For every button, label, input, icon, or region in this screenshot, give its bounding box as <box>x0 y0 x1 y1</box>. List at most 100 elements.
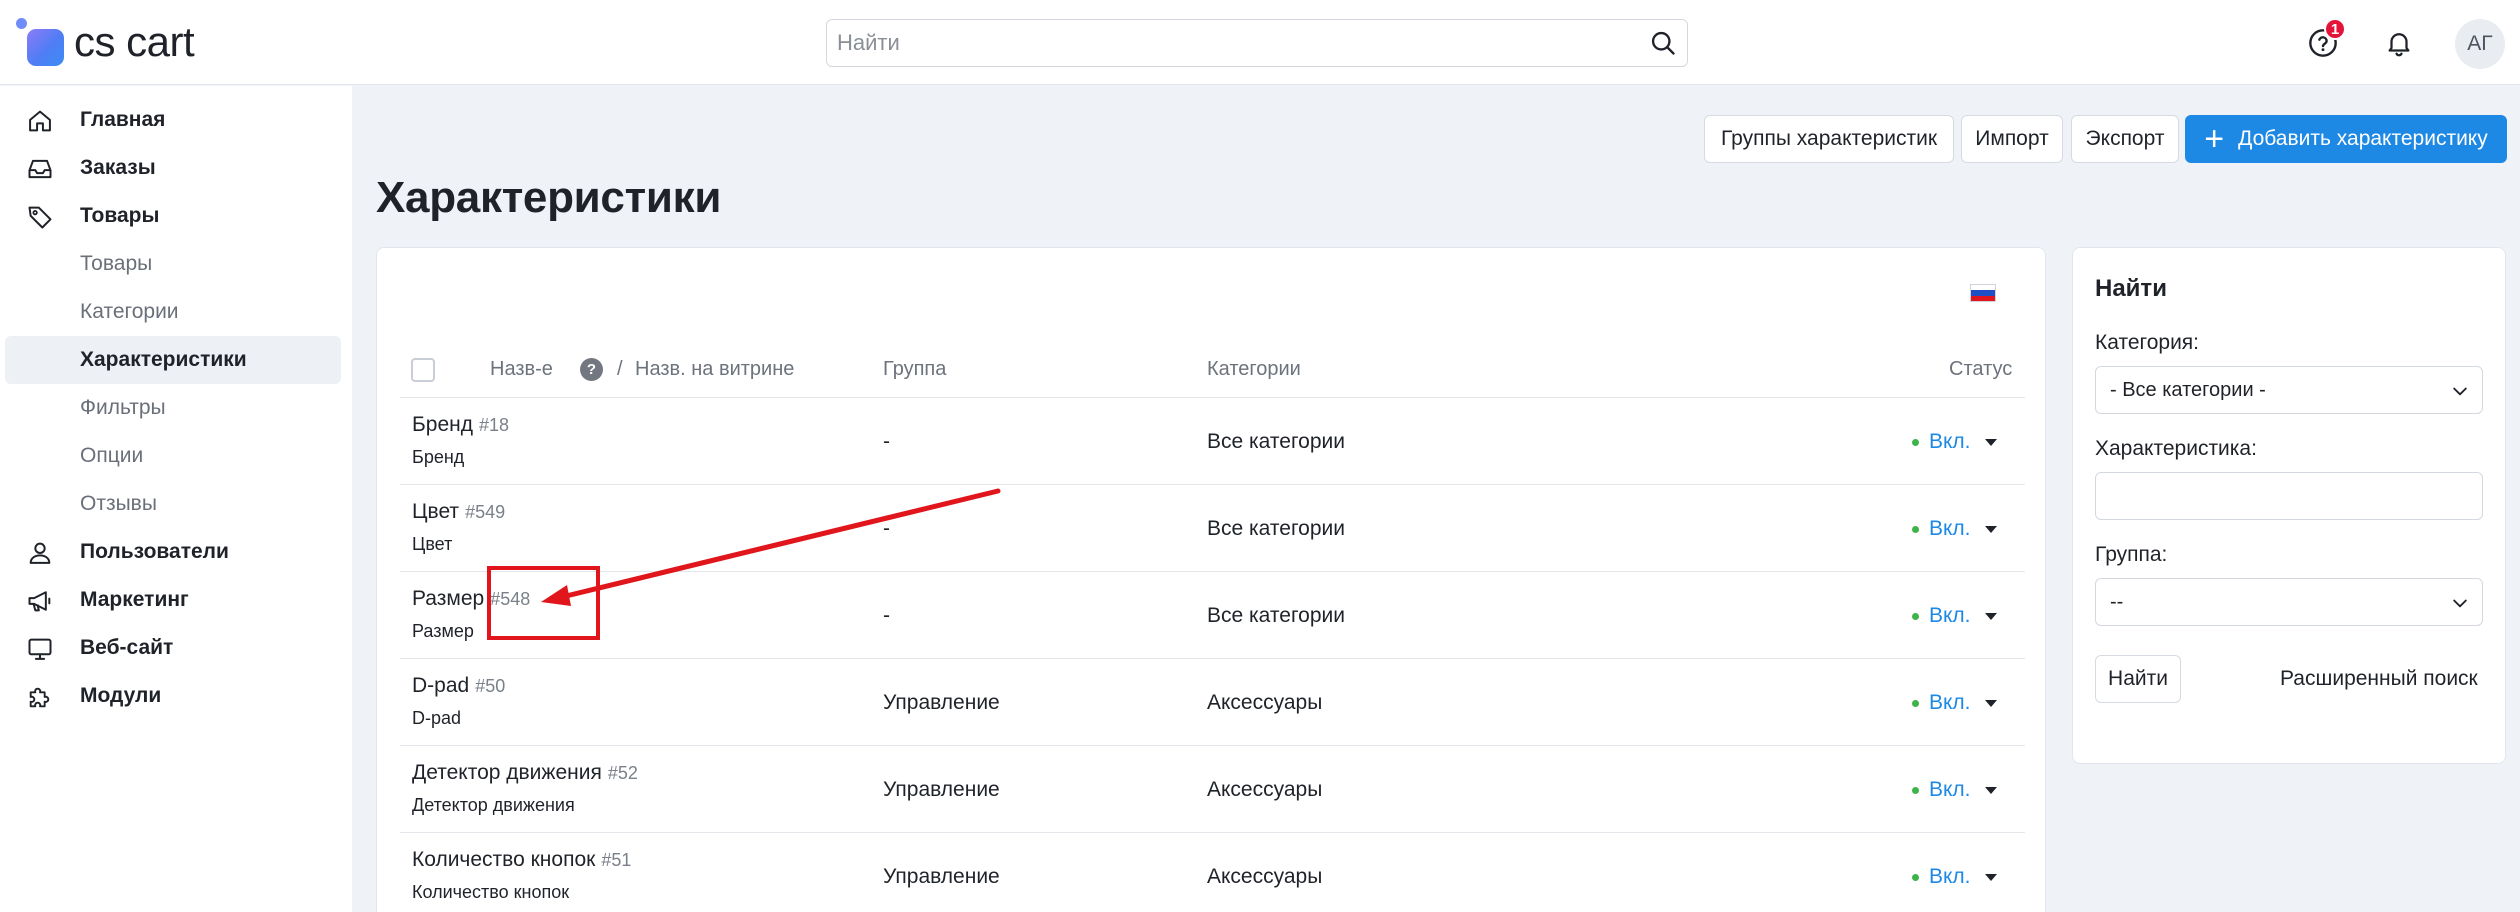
status-dropdown[interactable]: Вкл. <box>1912 517 1997 541</box>
status-label: Вкл. <box>1929 517 1971 540</box>
group-select[interactable]: -- <box>2095 578 2483 626</box>
language-flag-icon[interactable] <box>1970 284 1996 302</box>
select-all-checkbox[interactable] <box>411 358 435 382</box>
sidebar-item-users[interactable]: Пользователи <box>5 528 341 576</box>
sidebar-subitem-reviews[interactable]: Отзывы <box>5 480 341 528</box>
notifications-button[interactable] <box>2378 22 2420 64</box>
chevron-down-icon <box>2453 387 2467 396</box>
feature-group: Управление <box>883 865 1000 888</box>
feature-storefront-name: Количество кнопок <box>412 882 570 902</box>
status-dot-icon <box>1912 612 1919 620</box>
sidebar-item-marketing[interactable]: Маркетинг <box>5 576 341 624</box>
feature-name[interactable]: Бренд #18 <box>412 413 509 437</box>
status-label: Вкл. <box>1929 430 1971 453</box>
feature-name[interactable]: Цвет #549 <box>412 500 505 524</box>
row-divider <box>400 484 2025 485</box>
sidebar-item-label: Веб-сайт <box>80 636 174 659</box>
feature-name[interactable]: D-pad #50 <box>412 674 505 698</box>
feature-name-text[interactable]: Цвет <box>412 500 459 523</box>
search-input[interactable] <box>827 30 1639 56</box>
sidebar-subitem-options[interactable]: Опции <box>5 432 341 480</box>
header-group[interactable]: Группа <box>883 358 946 381</box>
status-dot-icon <box>1912 786 1919 794</box>
status-dropdown[interactable]: Вкл. <box>1912 691 1997 715</box>
row-divider <box>400 658 2025 659</box>
sidebar-subitem-products[interactable]: Товары <box>5 240 341 288</box>
find-button[interactable]: Найти <box>2095 655 2181 703</box>
user-icon <box>25 538 55 568</box>
plus-icon: + <box>2204 120 2225 158</box>
search-icon[interactable] <box>1639 19 1687 67</box>
global-search <box>826 19 1688 67</box>
feature-categories: Аксессуары <box>1207 691 1323 714</box>
status-label: Вкл. <box>1929 778 1971 801</box>
logo[interactable]: cs cart <box>16 18 195 66</box>
import-button[interactable]: Импорт <box>1961 115 2063 163</box>
add-feature-label: Добавить характеристику <box>2238 127 2488 150</box>
header-name[interactable]: Назв-е <box>490 358 553 381</box>
feature-name-text[interactable]: Размер <box>412 587 484 610</box>
status-dot-icon <box>1912 873 1919 881</box>
top-header: cs cart 1 АГ <box>0 0 2520 85</box>
feature-group: - <box>883 517 890 540</box>
caret-down-icon <box>1984 699 1997 707</box>
advanced-search-link[interactable]: Расширенный поиск <box>2280 667 2478 691</box>
logo-mark-icon <box>16 18 64 66</box>
header-separator: / <box>617 358 623 380</box>
status-dot-icon <box>1912 525 1919 533</box>
sidebar-subitem-filters[interactable]: Фильтры <box>5 384 341 432</box>
feature-name-text[interactable]: Бренд <box>412 413 473 436</box>
feature-name-text[interactable]: Детектор движения <box>412 761 602 784</box>
sidebar-item-label: Отзывы <box>80 492 157 515</box>
feature-storefront-name: Размер <box>412 621 474 641</box>
status-dot-icon <box>1912 438 1919 446</box>
group-select-value: -- <box>2110 590 2124 613</box>
feature-storefront-name: Бренд <box>412 447 465 467</box>
header-storefront-name[interactable]: Назв. на витрине <box>635 358 794 381</box>
status-dropdown[interactable]: Вкл. <box>1912 604 1997 628</box>
sidebar-item-website[interactable]: Веб-сайт <box>5 624 341 672</box>
megaphone-icon <box>25 586 55 616</box>
category-select[interactable]: - Все категории - <box>2095 366 2483 414</box>
sidebar-subitem-categories[interactable]: Категории <box>5 288 341 336</box>
feature-name-text[interactable]: Количество кнопок <box>412 848 595 871</box>
avatar[interactable]: АГ <box>2455 19 2505 69</box>
bell-icon <box>2388 33 2410 57</box>
sidebar-item-label: Фильтры <box>80 396 166 419</box>
feature-id: #51 <box>601 850 632 870</box>
help-button[interactable]: 1 <box>2302 18 2346 64</box>
row-divider <box>400 397 2025 398</box>
sidebar-item-label: Товары <box>80 204 160 227</box>
status-dropdown[interactable]: Вкл. <box>1912 430 1997 454</box>
sidebar-item-modules[interactable]: Модули <box>5 672 341 720</box>
sidebar-item-label: Категории <box>80 300 179 323</box>
feature-name[interactable]: Детектор движения #52 <box>412 761 638 785</box>
sidebar-item-products[interactable]: Товары <box>5 192 341 240</box>
sidebar-subitem-features[interactable]: Характеристики <box>5 336 341 384</box>
sidebar-item-label: Пользователи <box>80 540 229 563</box>
header-status[interactable]: Статус <box>1949 358 2012 381</box>
header-categories: Категории <box>1207 358 1301 380</box>
sidebar-item-home[interactable]: Главная <box>5 96 341 144</box>
help-icon[interactable]: ? <box>580 358 603 381</box>
export-button[interactable]: Экспорт <box>2071 115 2179 163</box>
feature-name[interactable]: Количество кнопок #51 <box>412 848 631 872</box>
sidebar-item-orders[interactable]: Заказы <box>5 144 341 192</box>
feature-groups-button[interactable]: Группы характеристик <box>1704 115 1954 163</box>
caret-down-icon <box>1984 525 1997 533</box>
tag-icon <box>25 202 55 232</box>
chevron-down-icon <box>2453 599 2467 608</box>
add-feature-button[interactable]: + Добавить характеристику <box>2185 115 2507 163</box>
feature-input[interactable] <box>2095 472 2483 520</box>
status-dropdown[interactable]: Вкл. <box>1912 865 1997 889</box>
search-panel-title: Найти <box>2095 275 2167 302</box>
sidebar-item-label: Главная <box>80 108 166 131</box>
caret-down-icon <box>1984 786 1997 794</box>
row-divider <box>400 571 2025 572</box>
feature-name-text[interactable]: D-pad <box>412 674 469 697</box>
status-label: Вкл. <box>1929 865 1971 888</box>
sidebar-item-label: Товары <box>80 252 153 275</box>
feature-categories: Аксессуары <box>1207 865 1323 888</box>
status-dropdown[interactable]: Вкл. <box>1912 778 1997 802</box>
feature-storefront-name: D-pad <box>412 708 462 728</box>
